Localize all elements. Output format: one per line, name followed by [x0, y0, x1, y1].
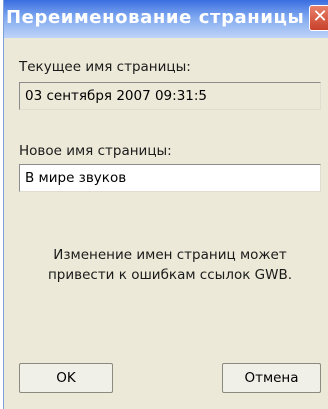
cancel-button[interactable]: Отмена — [222, 363, 321, 393]
warning-note: Изменение имен страниц может привести к … — [19, 245, 321, 285]
warning-note-line-1: Изменение имен страниц может — [53, 247, 287, 263]
close-button[interactable]: ✕ — [309, 5, 328, 31]
warning-note-line-2: привести к ошибкам ссылок GWB. — [47, 267, 293, 283]
rename-page-dialog: Переименование страницы ✕ Текущее имя ст… — [3, 0, 328, 409]
ok-button[interactable]: OK — [19, 363, 113, 393]
current-name-label: Текущее имя страницы: — [19, 59, 191, 75]
new-name-input[interactable]: В мире звуков — [19, 164, 321, 192]
title-bar[interactable]: Переименование страницы ✕ — [4, 0, 328, 38]
close-icon: ✕ — [312, 6, 328, 27]
new-name-label: Новое имя страницы: — [19, 143, 172, 159]
current-name-field: 03 сентября 2007 09:31:5 — [19, 82, 321, 110]
window-title: Переименование страницы — [6, 7, 305, 28]
